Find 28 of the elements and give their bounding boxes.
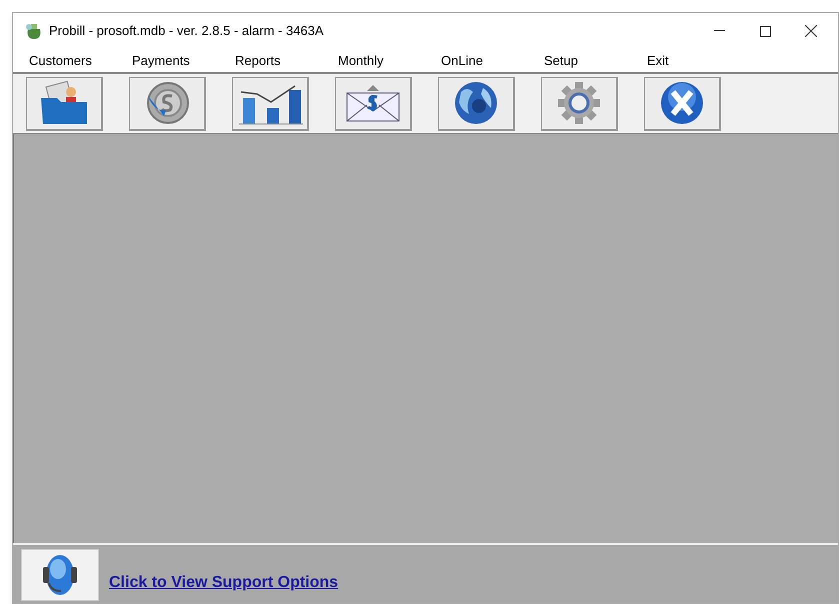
close-icon	[660, 81, 704, 125]
toolbar-button[interactable]	[335, 76, 412, 130]
folder-icon	[39, 80, 89, 126]
toolbar-button[interactable]	[232, 76, 309, 130]
globe-icon	[453, 80, 499, 126]
toolbar-button[interactable]	[26, 76, 103, 130]
menu-item[interactable]: Reports	[219, 50, 322, 70]
toolbar-button[interactable]	[438, 76, 515, 130]
menu-item[interactable]: Customers	[13, 50, 116, 70]
support-link[interactable]: Click to View Support Options	[109, 571, 338, 595]
headset-icon	[41, 553, 79, 597]
coin-icon	[144, 80, 190, 126]
support-button[interactable]	[21, 549, 99, 601]
menu-item[interactable]: Setup	[528, 50, 631, 70]
menu-item[interactable]: Monthly	[322, 50, 425, 70]
window-title: Probill - prosoft.mdb - ver. 2.8.5 - alarm - 3463A	[49, 22, 324, 40]
toolbar-button[interactable]	[129, 76, 206, 130]
money-bag-icon	[25, 22, 43, 40]
gear-icon	[556, 80, 602, 126]
minimize-icon	[714, 30, 724, 32]
close-icon	[805, 25, 817, 37]
menu-item[interactable]: OnLine	[425, 50, 528, 70]
menu-item[interactable]: Payments	[116, 50, 219, 70]
toolbar-button[interactable]	[644, 76, 721, 130]
maximize-icon	[760, 26, 770, 36]
toolbar-button[interactable]	[541, 76, 618, 130]
menu-item[interactable]: Exit	[631, 50, 734, 70]
envelope-icon	[345, 83, 401, 123]
